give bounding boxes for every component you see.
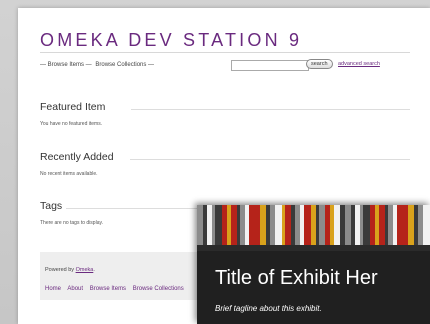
banner-stripe — [222, 205, 227, 245]
banner-stripe — [379, 205, 385, 245]
banner-stripe — [388, 205, 393, 245]
banner-stripe — [355, 205, 360, 245]
banner-stripe — [370, 205, 375, 245]
footer-nav-browse-collections[interactable]: Browse Collections — [133, 286, 184, 292]
footer-nav-about[interactable]: About — [67, 286, 83, 292]
banner-stripe — [330, 205, 334, 245]
banner-stripe — [325, 205, 330, 245]
site-title[interactable]: OMEKA DEV STATION 9 — [40, 30, 302, 51]
recent-note: No recent items available. — [40, 171, 98, 177]
banner-stripe — [375, 205, 379, 245]
banner-stripe — [304, 205, 311, 245]
tags-heading: Tags — [40, 200, 63, 212]
banner-stripe — [295, 205, 300, 245]
banner-stripe — [423, 205, 430, 245]
banner-stripe — [285, 205, 291, 245]
banner-stripe — [282, 205, 285, 245]
advanced-search-link[interactable]: advanced search — [338, 61, 380, 67]
exhibit-theme-preview[interactable]: Title of Exhibit Her Brief tagline about… — [197, 205, 430, 324]
banner-stripe — [345, 205, 351, 245]
banner-stripe — [245, 205, 249, 245]
search-input[interactable] — [231, 60, 309, 71]
banner-stripe — [212, 205, 215, 245]
featured-divider — [131, 109, 410, 110]
banner-stripe — [405, 205, 408, 245]
featured-item-heading: Featured Item — [40, 101, 106, 113]
banner-stripe — [291, 205, 295, 245]
exhibit-tagline: Brief tagline about this exhibit. — [215, 304, 322, 313]
banner-stripe — [240, 205, 245, 245]
banner-stripe — [231, 205, 237, 245]
tags-note: There are no tags to display. — [40, 220, 103, 226]
featured-note: You have no featured items. — [40, 121, 103, 127]
banner-stripe — [418, 205, 423, 245]
powered-suffix: . — [93, 267, 95, 273]
exhibit-banner-bar — [197, 245, 430, 251]
banner-stripe — [340, 205, 345, 245]
nav-browse-items[interactable]: — Browse Items — — [40, 62, 92, 68]
banner-stripe — [300, 205, 304, 245]
omeka-link[interactable]: Omeka — [76, 267, 94, 273]
banner-stripe — [215, 205, 222, 245]
banner-stripe — [203, 205, 207, 245]
recent-divider — [130, 159, 410, 160]
banner-stripe — [334, 205, 340, 245]
banner-stripe — [360, 205, 363, 245]
banner-stripe — [351, 205, 355, 245]
footer-nav-browse-items[interactable]: Browse Items — [90, 286, 126, 292]
banner-stripe — [237, 205, 240, 245]
tags-divider — [66, 208, 216, 209]
banner-stripe — [257, 205, 260, 245]
banner-stripe — [385, 205, 388, 245]
powered-prefix: Powered by — [45, 267, 75, 273]
banner-stripe — [249, 205, 257, 245]
top-navigation: — Browse Items — Browse Collections — — [40, 62, 156, 68]
exhibit-banner-stripes — [197, 205, 430, 245]
banner-stripe — [397, 205, 405, 245]
banner-stripe — [266, 205, 270, 245]
banner-stripe — [260, 205, 266, 245]
nav-browse-collections[interactable]: Browse Collections — — [95, 62, 154, 68]
banner-stripe — [408, 205, 414, 245]
footer-navigation: Home About Browse Items Browse Collectio… — [45, 286, 189, 292]
title-divider — [40, 52, 410, 53]
banner-stripe — [227, 205, 231, 245]
banner-stripe — [393, 205, 397, 245]
banner-stripe — [311, 205, 316, 245]
banner-stripe — [319, 205, 325, 245]
banner-stripe — [316, 205, 319, 245]
search-button[interactable]: search — [306, 59, 333, 69]
footer-nav-home[interactable]: Home — [45, 286, 61, 292]
banner-stripe — [275, 205, 282, 245]
banner-stripe — [363, 205, 370, 245]
desktop-background: OMEKA DEV STATION 9 — Browse Items — Bro… — [0, 0, 430, 324]
powered-by: Powered by Omeka. — [45, 267, 95, 273]
banner-stripe — [207, 205, 212, 245]
exhibit-title: Title of Exhibit Her — [215, 267, 378, 289]
banner-stripe — [197, 205, 203, 245]
banner-stripe — [270, 205, 275, 245]
recently-added-heading: Recently Added — [40, 151, 114, 163]
banner-stripe — [414, 205, 418, 245]
